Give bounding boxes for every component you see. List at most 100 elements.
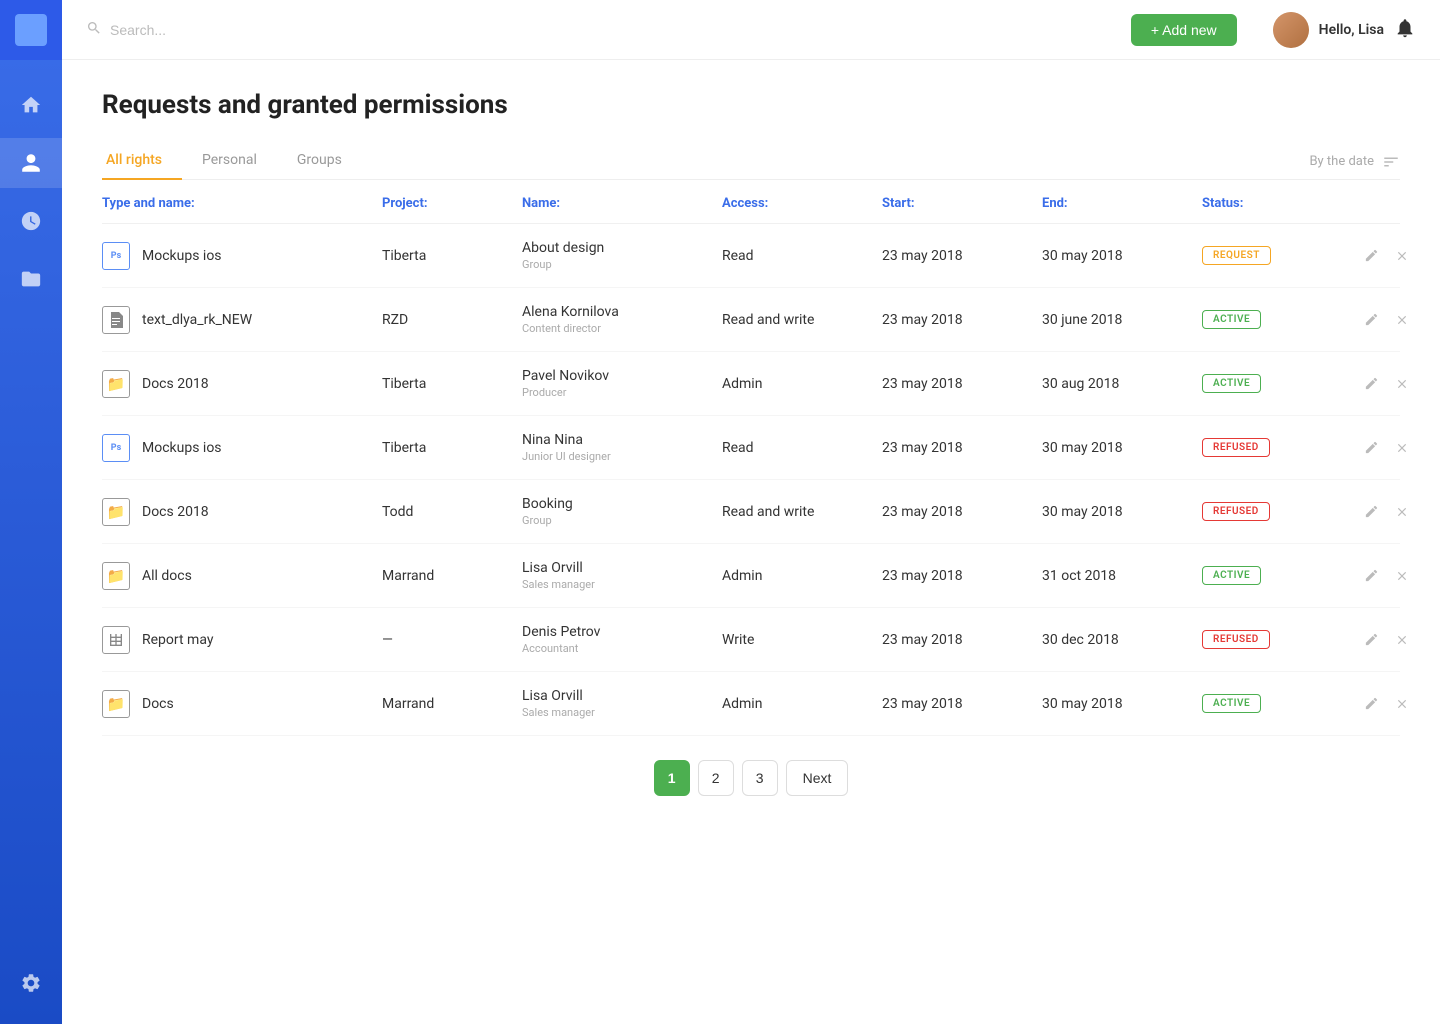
- start-cell: 23 may 2018: [882, 632, 1042, 648]
- file-name: All docs: [142, 568, 192, 584]
- project-cell: Todd: [382, 504, 522, 520]
- table-row: Ps Mockups ios Tiberta About design Grou…: [102, 224, 1400, 288]
- end-cell: 30 june 2018: [1042, 312, 1202, 328]
- status-cell: REFUSED: [1202, 630, 1362, 649]
- status-cell: REFUSED: [1202, 438, 1362, 457]
- person-role: Accountant: [522, 642, 722, 655]
- status-badge: REFUSED: [1202, 502, 1270, 521]
- sidebar-item-home[interactable]: [0, 80, 62, 130]
- sidebar-item-documents[interactable]: [0, 254, 62, 304]
- sidebar-item-time[interactable]: [0, 196, 62, 246]
- access-cell: Admin: [722, 376, 882, 392]
- tab-personal[interactable]: Personal: [182, 144, 277, 180]
- delete-button[interactable]: [1393, 311, 1411, 329]
- edit-button[interactable]: [1362, 566, 1381, 585]
- edit-icon: [1364, 376, 1379, 391]
- sidebar-item-users[interactable]: [0, 138, 62, 188]
- tab-groups[interactable]: Groups: [277, 144, 362, 180]
- file-icon-folder: 📁: [102, 370, 130, 398]
- edit-icon: [1364, 312, 1379, 327]
- col-start: Start:: [882, 196, 1042, 211]
- home-icon: [20, 94, 42, 116]
- access-cell: Admin: [722, 568, 882, 584]
- name-cell: Pavel Novikov Producer: [522, 368, 722, 399]
- file-icon-table: [102, 626, 130, 654]
- status-badge: REQUEST: [1202, 246, 1271, 265]
- name-cell: Denis Petrov Accountant: [522, 624, 722, 655]
- actions-cell: [1362, 630, 1422, 649]
- file-name: Docs 2018: [142, 504, 209, 520]
- end-cell: 31 oct 2018: [1042, 568, 1202, 584]
- type-cell: 📁 All docs: [102, 562, 382, 590]
- start-cell: 23 may 2018: [882, 696, 1042, 712]
- access-cell: Read and write: [722, 312, 882, 328]
- type-cell: 📁 Docs 2018: [102, 370, 382, 398]
- person-name: Alena Kornilova: [522, 304, 722, 320]
- end-cell: 30 may 2018: [1042, 504, 1202, 520]
- add-new-button[interactable]: + Add new: [1131, 14, 1237, 46]
- actions-cell: [1362, 502, 1422, 521]
- type-cell: text_dlya_rk_NEW: [102, 306, 382, 334]
- project-cell: Marrand: [382, 696, 522, 712]
- close-icon: [1395, 441, 1409, 455]
- start-cell: 23 may 2018: [882, 440, 1042, 456]
- col-access: Access:: [722, 196, 882, 211]
- person-name: Lisa Orvill: [522, 688, 722, 704]
- delete-button[interactable]: [1393, 695, 1411, 713]
- delete-button[interactable]: [1393, 247, 1411, 265]
- col-type: Type and name:: [102, 196, 382, 211]
- edit-button[interactable]: [1362, 438, 1381, 457]
- project-cell: —: [382, 632, 522, 648]
- search-input[interactable]: [110, 22, 310, 38]
- sidebar-item-settings[interactable]: [0, 958, 62, 1008]
- close-icon: [1395, 249, 1409, 263]
- page-1-button[interactable]: 1: [654, 760, 690, 796]
- edit-button[interactable]: [1362, 246, 1381, 265]
- close-icon: [1395, 505, 1409, 519]
- person-role: Content director: [522, 322, 722, 335]
- delete-button[interactable]: [1393, 631, 1411, 649]
- edit-button[interactable]: [1362, 502, 1381, 521]
- bell-icon[interactable]: [1394, 17, 1416, 43]
- edit-button[interactable]: [1362, 374, 1381, 393]
- edit-button[interactable]: [1362, 694, 1381, 713]
- page-2-button[interactable]: 2: [698, 760, 734, 796]
- delete-button[interactable]: [1393, 375, 1411, 393]
- access-cell: Read: [722, 440, 882, 456]
- edit-button[interactable]: [1362, 310, 1381, 329]
- access-cell: Read: [722, 248, 882, 264]
- end-cell: 30 may 2018: [1042, 440, 1202, 456]
- search-container: [86, 20, 592, 40]
- person-icon: [20, 152, 42, 174]
- table-row: text_dlya_rk_NEW RZD Alena Kornilova Con…: [102, 288, 1400, 352]
- sort-control[interactable]: By the date: [1309, 153, 1400, 171]
- status-cell: ACTIVE: [1202, 566, 1362, 585]
- close-icon: [1395, 313, 1409, 327]
- page-next-button[interactable]: Next: [786, 760, 849, 796]
- col-name: Name:: [522, 196, 722, 211]
- tab-all-rights[interactable]: All rights: [102, 144, 182, 180]
- status-badge: ACTIVE: [1202, 310, 1261, 329]
- col-actions: [1362, 196, 1422, 211]
- page-3-button[interactable]: 3: [742, 760, 778, 796]
- name-cell: Lisa Orvill Sales manager: [522, 560, 722, 591]
- sort-icon: [1382, 153, 1400, 171]
- delete-button[interactable]: [1393, 439, 1411, 457]
- person-name: Lisa Orvill: [522, 560, 722, 576]
- actions-cell: [1362, 374, 1422, 393]
- edit-icon: [1364, 440, 1379, 455]
- table-row: 📁 Docs Marrand Lisa Orvill Sales manager…: [102, 672, 1400, 736]
- delete-button[interactable]: [1393, 503, 1411, 521]
- type-cell: Ps Mockups ios: [102, 242, 382, 270]
- file-name: Docs: [142, 696, 174, 712]
- edit-button[interactable]: [1362, 630, 1381, 649]
- status-badge: REFUSED: [1202, 438, 1270, 457]
- project-cell: Marrand: [382, 568, 522, 584]
- delete-button[interactable]: [1393, 567, 1411, 585]
- file-name: text_dlya_rk_NEW: [142, 312, 252, 328]
- header-user: Hello, Lisa: [1273, 12, 1416, 48]
- status-badge: ACTIVE: [1202, 374, 1261, 393]
- person-name: Denis Petrov: [522, 624, 722, 640]
- file-icon-ps: Ps: [102, 242, 130, 270]
- person-role: Group: [522, 258, 722, 271]
